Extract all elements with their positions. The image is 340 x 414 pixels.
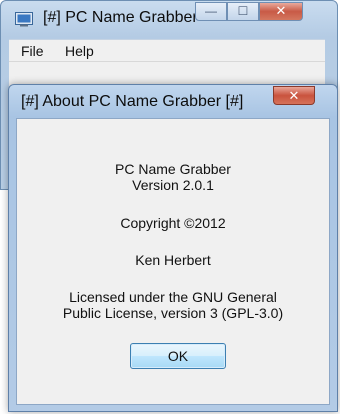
main-close-button[interactable]: ✕	[259, 2, 303, 21]
close-icon: ✕	[288, 88, 300, 103]
maximize-button[interactable]: ☐	[227, 2, 259, 21]
version-text: Version 2.0.1	[132, 177, 214, 193]
copyright-text: Copyright ©2012	[120, 215, 226, 231]
main-window-title: [#] PC Name Grabber	[43, 9, 198, 26]
computer-window-icon	[15, 12, 33, 27]
author-name: Ken Herbert	[135, 252, 211, 268]
menu-help[interactable]: Help	[65, 43, 94, 59]
maximize-icon: ☐	[237, 4, 249, 18]
about-dialog: [#] About PC Name Grabber [#] ✕ PC Name …	[8, 84, 338, 412]
menu-file[interactable]: File	[21, 43, 44, 59]
close-icon: ✕	[275, 3, 287, 18]
dialog-content: PC Name Grabber Version 2.0.1 Copyright …	[16, 118, 330, 405]
license-line-1: Licensed under the GNU General	[69, 289, 277, 305]
app-name: PC Name Grabber	[115, 161, 231, 177]
menu-bar: File Help	[9, 39, 325, 62]
minimize-button[interactable]: —	[195, 2, 227, 21]
ok-button[interactable]: OK	[130, 343, 226, 369]
dialog-title: [#] About PC Name Grabber [#]	[21, 93, 244, 110]
main-titlebar[interactable]: [#] PC Name Grabber — ☐ ✕	[1, 1, 337, 39]
dialog-close-button[interactable]: ✕	[273, 86, 315, 105]
minimize-icon: —	[205, 4, 217, 18]
license-line-2: Public License, version 3 (GPL-3.0)	[62, 305, 284, 321]
